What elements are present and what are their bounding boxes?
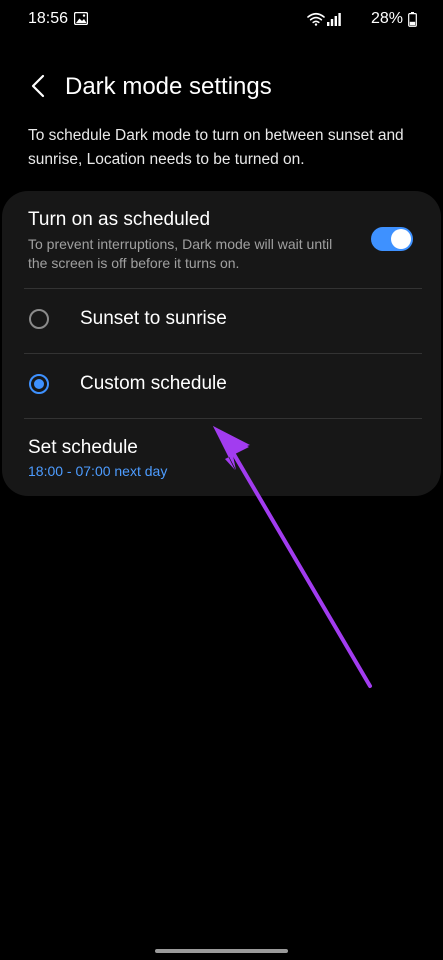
annotation-arrow [213,426,372,688]
navigation-handle[interactable] [155,949,288,953]
